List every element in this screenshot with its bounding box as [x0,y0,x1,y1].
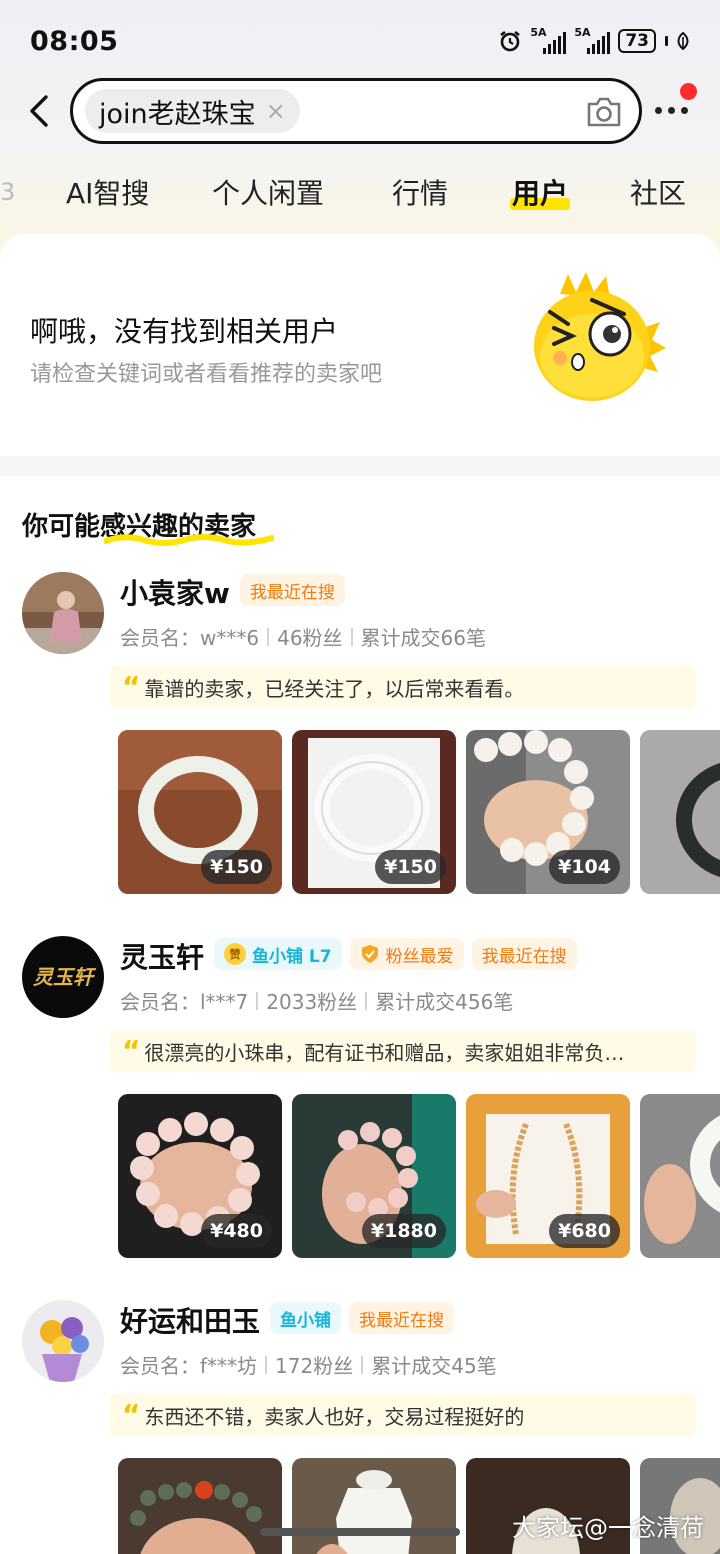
product-photo[interactable]: ¥680 [466,1094,630,1258]
seller-name[interactable]: 灵玉轩 [120,936,204,976]
seller-card[interactable]: 小袁家w 我最近在搜 会员名：w***6 46粉丝 累计成交66笔 “ 靠谱的卖… [0,572,720,902]
product-price: ¥1880 [361,1214,446,1248]
product-photo[interactable]: ¥150 [118,730,282,894]
clear-query-icon[interactable]: × [266,97,286,125]
svg-text:灵玉轩: 灵玉轩 [33,965,97,989]
product-price: ¥150 [375,850,446,884]
review-text: 很漂亮的小珠串，配有证书和赠品，卖家姐姐非常负… [144,1040,625,1065]
deals-count: 累计成交66笔 [360,626,486,650]
review-quote: “ 靠谱的卖家，已经关注了，以后常来看看。 [110,666,696,708]
recent-search-badge: 我最近在搜 [349,1302,455,1334]
search-query-text: join老赵珠宝 [99,98,256,130]
title-highlight-wave [104,534,274,546]
recent-search-badge: 我最近在搜 [239,574,345,606]
product-price: ¥480 [201,1214,272,1248]
seller-avatar[interactable]: 灵玉轩 [22,936,104,1018]
seller-meta: 会员名：l***7 2033粉丝 累计成交456笔 [120,986,513,1015]
meta-divider [265,1355,268,1374]
product-price: ¥150 [201,850,272,884]
product-photo[interactable]: ¥1880 [292,1094,456,1258]
quote-mark-icon: “ [122,1034,141,1067]
product-photo[interactable]: ¥480 [118,1094,282,1258]
watermark: 大家坛@一念清荷 [512,1514,704,1542]
quote-mark-icon: “ [122,670,141,703]
home-indicator[interactable] [260,1528,460,1536]
product-photo[interactable] [640,730,720,894]
fans-count: 172粉丝 [275,1354,354,1378]
review-quote: “ 东西还不错，卖家人也好，交易过程挺好的 [110,1394,696,1436]
tab-ai-search[interactable]: AI智搜 [66,172,149,212]
tab-scroll-edge: 3 [0,178,16,206]
shop-level-label: 鱼小铺 L7 [252,946,332,967]
seller-card[interactable]: 灵玉轩 灵玉轩 赞 鱼小铺 L7 粉丝最爱 我最近在搜 会员名：l***7 20… [0,936,720,1266]
review-quote: “ 很漂亮的小珠串，配有证书和赠品，卖家姐姐非常负… [110,1030,696,1072]
member-name: 会员名：w***6 [120,626,260,650]
empty-subtitle: 请检查关键词或者看看推荐的卖家吧 [30,362,383,387]
meta-divider [350,627,353,646]
battery-indicator: 73 [618,29,656,53]
like-icon: 赞 [224,943,247,965]
search-query-chip[interactable]: join老赵珠宝 × [85,89,300,133]
shield-icon [361,945,378,963]
status-time: 08:05 [30,26,119,57]
meta-divider [365,991,368,1010]
seller-avatar[interactable] [22,572,104,654]
product-photos: ¥480 ¥1880 ¥680 [118,1094,720,1260]
signal-2-icon: 5A [574,26,611,54]
seller-avatar[interactable] [22,1300,104,1382]
seller-meta: 会员名：f***坊 172粉丝 累计成交45笔 [120,1350,497,1379]
review-text: 东西还不错，卖家人也好，交易过程挺好的 [144,1404,525,1429]
camera-icon[interactable] [585,96,623,128]
recent-search-badge: 我最近在搜 [471,938,577,970]
battery-tip [665,36,668,46]
seller-meta: 会员名：w***6 46粉丝 累计成交66笔 [120,622,486,651]
tab-personal-idle[interactable]: 个人闲置 [212,172,324,212]
meta-divider [267,627,270,646]
fans-count: 46粉丝 [277,626,343,650]
recommended-sellers-section: 你可能感兴趣的卖家 小袁家w 我最近在搜 会员名：w***6 46粉丝 累计成交… [0,476,720,1554]
quote-mark-icon: “ [122,1398,141,1431]
member-name: 会员名：l***7 [120,990,249,1014]
product-photo[interactable] [118,1458,282,1554]
meta-divider [256,991,259,1010]
search-input[interactable]: join老赵珠宝 × [70,78,642,144]
product-photo[interactable] [640,1094,720,1258]
product-price: ¥680 [549,1214,620,1248]
battery-level: 73 [625,31,649,51]
tab-market[interactable]: 行情 [392,172,448,212]
product-price: ¥104 [549,850,620,884]
review-text: 靠谱的卖家，已经关注了，以后常来看看。 [144,676,525,701]
fans-favorite-badge: 粉丝最爱 [349,938,464,970]
product-photo[interactable] [292,1458,456,1554]
empty-title: 啊哦，没有找到相关用户 [30,315,339,348]
product-photo[interactable]: ¥104 [466,730,630,894]
product-photo[interactable]: ¥150 [292,730,456,894]
fans-favorite-label: 粉丝最爱 [385,946,454,967]
member-name: 会员名：f***坊 [120,1354,258,1378]
notification-dot [680,83,697,100]
seller-name[interactable]: 小袁家w [120,572,230,612]
more-options-icon[interactable] [652,100,692,120]
leaf-icon [677,32,689,50]
tab-community[interactable]: 社区 [630,172,686,212]
shop-badge: 鱼小铺 [270,1302,342,1334]
alarm-icon [500,30,521,52]
back-arrow-icon[interactable] [26,94,54,128]
seller-name[interactable]: 好运和田玉 [120,1300,260,1340]
product-photos: ¥150 ¥150 ¥104 [118,730,720,896]
fish-mascot-icon [534,272,666,401]
status-bar: 08:05 5A 5A 73 [30,22,690,62]
shop-level-badge: 赞 鱼小铺 L7 [214,938,342,970]
deals-count: 累计成交456笔 [375,990,514,1014]
tab-users[interactable]: 用户 [512,172,568,212]
empty-result-card: 啊哦，没有找到相关用户 请检查关键词或者看看推荐的卖家吧 [0,234,720,456]
signal-1-icon: 5A [530,26,567,54]
fans-count: 2033粉丝 [266,990,358,1014]
deals-count: 累计成交45笔 [371,1354,497,1378]
meta-divider [361,1355,364,1374]
